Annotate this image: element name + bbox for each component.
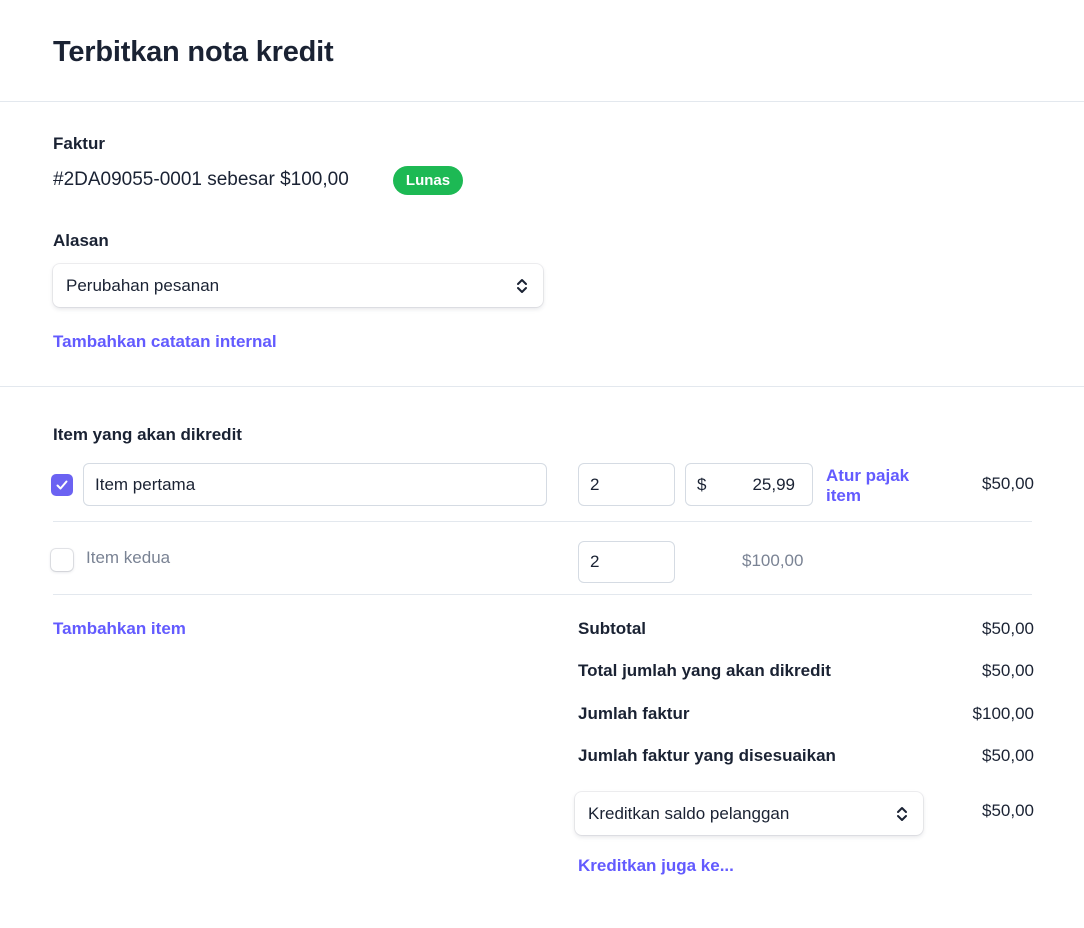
adjusted-invoice-label: Jumlah faktur yang disesuaikan <box>578 746 836 765</box>
header-divider <box>0 101 1084 102</box>
item-1-name-input[interactable]: Item pertama <box>83 463 547 506</box>
credit-method-amount: $50,00 <box>982 801 1034 820</box>
status-badge: Lunas <box>393 166 463 195</box>
add-item-link[interactable]: Tambahkan item <box>53 619 186 639</box>
item-1-amount: $50,00 <box>982 474 1034 493</box>
add-internal-note-link[interactable]: Tambahkan catatan internal <box>53 332 277 352</box>
invoice-label: Faktur <box>53 134 105 153</box>
item-1-unit-price: 25,99 <box>752 474 795 494</box>
invoice-reference: #2DA09055-0001 sebesar $100,00 <box>53 169 349 190</box>
items-section-label: Item yang akan dikredit <box>53 425 242 444</box>
credit-also-link[interactable]: Kreditkan juga ke... <box>578 856 734 876</box>
reason-select-value: Perubahan pesanan <box>66 275 220 295</box>
reason-label: Alasan <box>53 231 109 250</box>
row-divider <box>53 594 1032 595</box>
currency-symbol: $ <box>697 474 707 494</box>
item-1-checkbox[interactable] <box>51 474 73 496</box>
item-2-name: Item kedua <box>86 548 171 567</box>
reason-select[interactable]: Perubahan pesanan <box>53 264 543 307</box>
set-item-tax-link[interactable]: Atur pajak item <box>826 466 926 506</box>
chevron-up-down-icon <box>517 278 527 293</box>
row-divider <box>53 521 1032 522</box>
item-1-name: Item pertama <box>95 474 196 494</box>
section-divider <box>0 386 1084 387</box>
credit-method-value: Kreditkan saldo pelanggan <box>588 803 790 823</box>
item-2-price: $100,00 <box>742 551 804 570</box>
invoice-amount-value: $100,00 <box>972 704 1034 723</box>
subtotal-label: Subtotal <box>578 619 646 638</box>
item-1-price-input[interactable]: $ 25,99 <box>685 463 813 506</box>
item-1-quantity: 2 <box>590 474 600 494</box>
item-2-quantity: 2 <box>590 552 600 571</box>
subtotal-value: $50,00 <box>982 619 1034 638</box>
item-2-checkbox[interactable] <box>51 549 73 571</box>
item-2-quantity-input[interactable]: 2 <box>578 541 675 583</box>
total-credit-label: Total jumlah yang akan dikredit <box>578 661 831 680</box>
adjusted-invoice-value: $50,00 <box>982 746 1034 765</box>
check-icon <box>56 480 68 490</box>
total-credit-value: $50,00 <box>982 661 1034 680</box>
chevron-up-down-icon <box>897 806 907 821</box>
invoice-amount-label: Jumlah faktur <box>578 704 690 723</box>
item-1-quantity-input[interactable]: 2 <box>578 463 675 506</box>
page-title: Terbitkan nota kredit <box>53 36 334 68</box>
credit-method-select[interactable]: Kreditkan saldo pelanggan <box>575 792 923 835</box>
